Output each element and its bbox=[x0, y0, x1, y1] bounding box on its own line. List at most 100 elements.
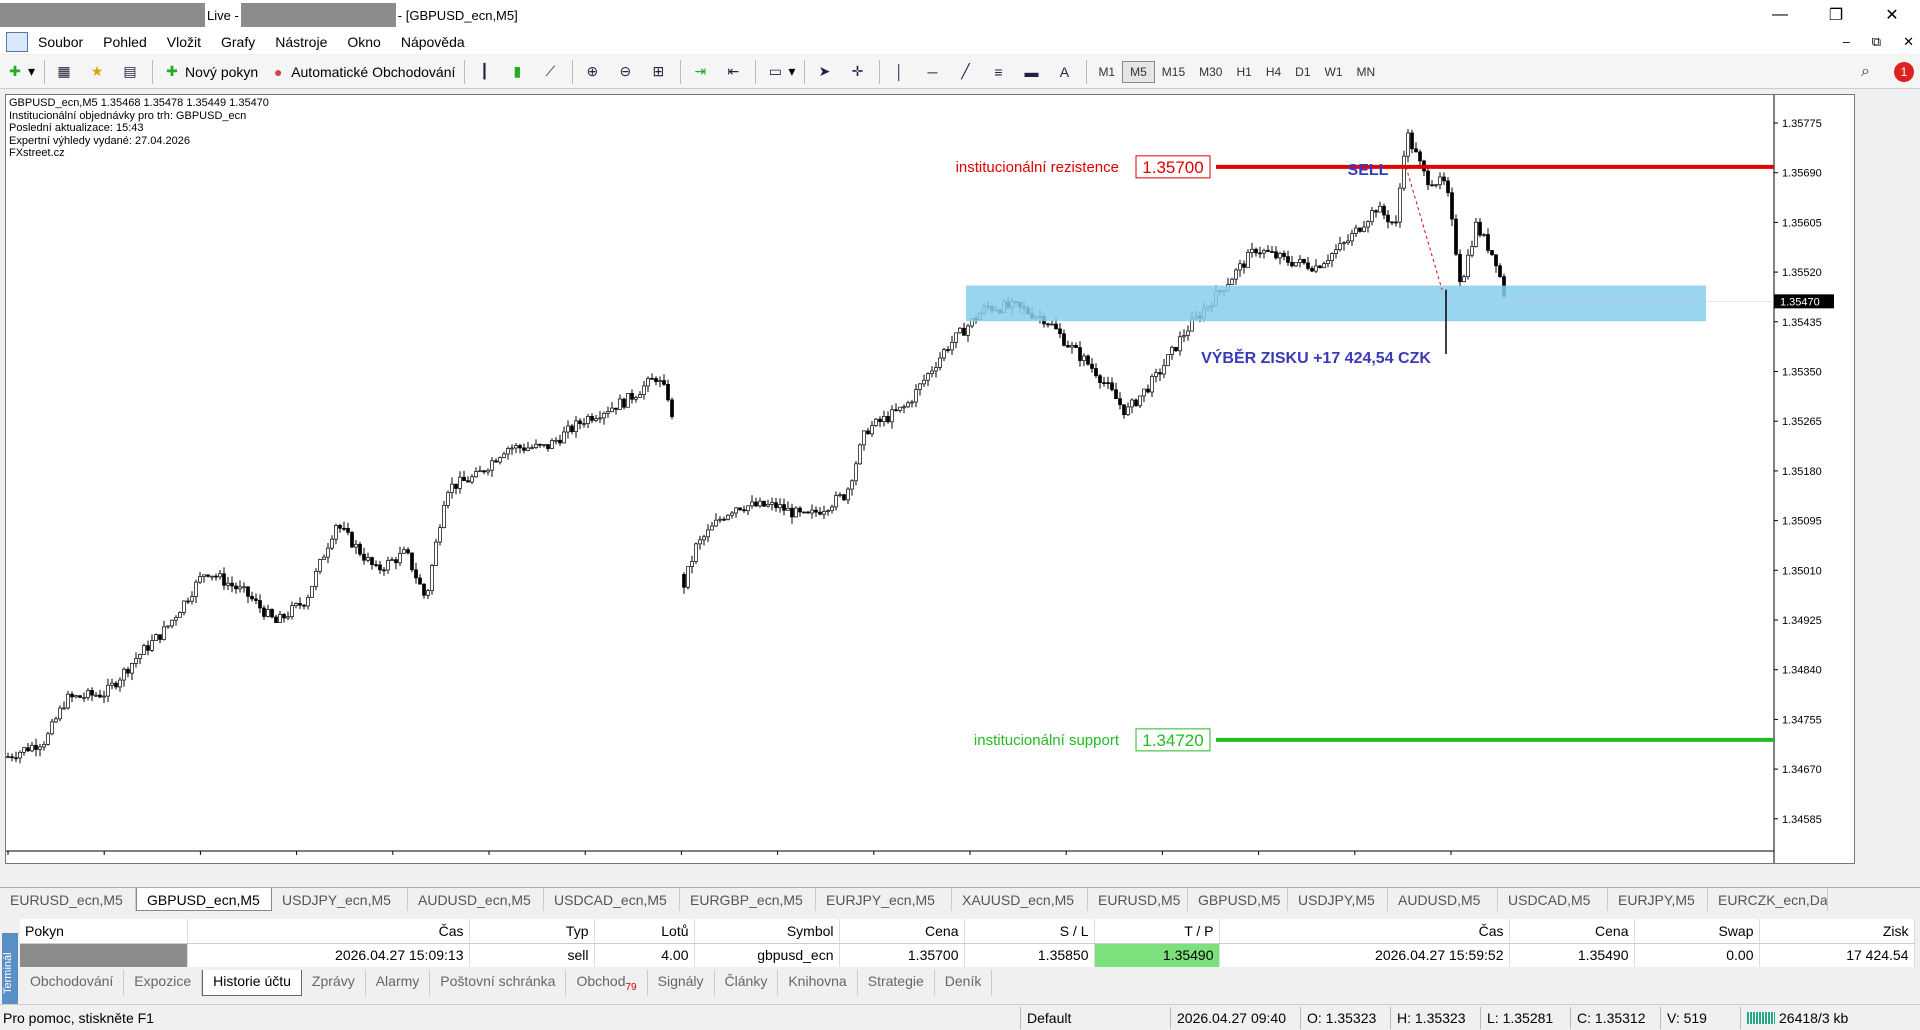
symbol-tab-active[interactable]: GBPUSD_ecn,M5 bbox=[136, 888, 272, 911]
col-swap[interactable]: Swap bbox=[1634, 919, 1760, 944]
navigator-button[interactable]: ▤ bbox=[115, 58, 148, 86]
shape-button[interactable]: ▬ bbox=[1016, 58, 1049, 86]
line-chart-button[interactable]: ⟋ bbox=[535, 58, 568, 86]
menu-file[interactable]: Soubor bbox=[28, 34, 93, 50]
notification-badge[interactable]: 1 bbox=[1894, 61, 1914, 82]
symbol-tab[interactable]: EURCZK_ecn,Daily bbox=[1708, 888, 1828, 911]
tab-library[interactable]: Knihovna bbox=[778, 970, 858, 996]
col-time[interactable]: Čas bbox=[187, 919, 470, 944]
candle-body bbox=[726, 514, 730, 520]
symbol-tab[interactable]: EURJPY,M5 bbox=[1608, 888, 1708, 911]
zoom-out-button[interactable]: ⊖ bbox=[610, 58, 643, 86]
tab-articles[interactable]: Články bbox=[715, 970, 779, 996]
tf-m15[interactable]: M15 bbox=[1155, 62, 1192, 82]
symbol-tab[interactable]: GBPUSD,M5 bbox=[1188, 888, 1288, 911]
col-tp[interactable]: T / P bbox=[1094, 919, 1220, 944]
tab-strategies[interactable]: Strategie bbox=[858, 970, 935, 996]
col-symbol[interactable]: Symbol bbox=[694, 919, 840, 944]
tab-market[interactable]: Obchod79 bbox=[566, 970, 648, 996]
candle-body bbox=[1382, 205, 1386, 216]
symbol-tab[interactable]: EURJPY_ecn,M5 bbox=[816, 888, 952, 911]
text-button[interactable]: A bbox=[1049, 58, 1082, 86]
col-profit[interactable]: Zisk bbox=[1759, 919, 1915, 944]
tf-h1[interactable]: H1 bbox=[1229, 62, 1258, 82]
menu-charts[interactable]: Grafy bbox=[211, 34, 265, 50]
tab-news[interactable]: Zprávy bbox=[302, 970, 366, 996]
candle-body bbox=[650, 377, 654, 380]
tf-h4[interactable]: H4 bbox=[1259, 62, 1288, 82]
symbol-tab[interactable]: AUDUSD_ecn,M5 bbox=[408, 888, 544, 911]
symbol-tab[interactable]: USDCAD,M5 bbox=[1498, 888, 1608, 911]
hline-button[interactable]: ─ bbox=[917, 58, 950, 86]
col-type[interactable]: Typ bbox=[469, 919, 595, 944]
tab-alerts[interactable]: Alarmy bbox=[366, 970, 431, 996]
candle-chart-button[interactable]: ▮ bbox=[502, 58, 535, 86]
tab-signals[interactable]: Signály bbox=[648, 970, 715, 996]
indicators-button[interactable]: ▭ ▾ bbox=[760, 58, 800, 86]
candle-body bbox=[734, 507, 738, 514]
tf-m30[interactable]: M30 bbox=[1192, 62, 1229, 82]
menu-insert[interactable]: Vložit bbox=[157, 34, 211, 50]
symbol-tab[interactable]: XAUUSD_ecn,M5 bbox=[952, 888, 1088, 911]
symbol-tab[interactable]: EURGBP_ecn,M5 bbox=[680, 888, 816, 911]
col-close-price[interactable]: Cena bbox=[1509, 919, 1635, 944]
price-chart[interactable]: 1.35775 1.35690 1.35605 1.35520 1.35435 1.353… bbox=[5, 94, 1855, 864]
child-close-button[interactable]: ✕ bbox=[1903, 34, 1914, 50]
col-lots[interactable]: Lotů bbox=[594, 919, 695, 944]
bar-chart-button[interactable]: ┃ bbox=[469, 58, 502, 86]
col-sl[interactable]: S / L bbox=[964, 919, 1095, 944]
close-button[interactable]: ✕ bbox=[1864, 0, 1920, 30]
profiles-button[interactable]: ▦ bbox=[49, 58, 82, 86]
tf-w1[interactable]: W1 bbox=[1318, 62, 1350, 82]
trendline-button[interactable]: ╱ bbox=[950, 58, 983, 86]
zoom-in-button[interactable]: ⊕ bbox=[577, 58, 610, 86]
sell-label: SELL bbox=[1348, 162, 1389, 179]
candle-body bbox=[274, 616, 278, 623]
chart-shift-button[interactable]: ⇤ bbox=[718, 58, 751, 86]
status-profile[interactable]: Default bbox=[1020, 1006, 1170, 1029]
symbol-tab[interactable]: EURUSD,M5 bbox=[1088, 888, 1188, 911]
symbol-tab[interactable]: USDCAD_ecn,M5 bbox=[544, 888, 680, 911]
menu-help[interactable]: Nápověda bbox=[391, 34, 475, 50]
tab-mailbox[interactable]: Poštovní schránka bbox=[430, 970, 567, 996]
vline-button[interactable]: │ bbox=[884, 58, 917, 86]
symbol-tab[interactable]: USDJPY,M5 bbox=[1288, 888, 1388, 911]
tf-mn[interactable]: MN bbox=[1350, 62, 1383, 82]
col-order[interactable]: Pokyn bbox=[20, 919, 188, 944]
symbol-tab[interactable]: USDJPY_ecn,M5 bbox=[272, 888, 408, 911]
child-minimize-button[interactable]: – bbox=[1843, 34, 1850, 50]
col-close-time[interactable]: Čas bbox=[1219, 919, 1510, 944]
fibo-button[interactable]: ≡ bbox=[983, 58, 1016, 86]
col-price[interactable]: Cena bbox=[839, 919, 965, 944]
tf-d1[interactable]: D1 bbox=[1288, 62, 1317, 82]
favorites-button[interactable]: ★ bbox=[82, 58, 115, 86]
table-row[interactable]: 2026.04.27 15:09:13 sell 4.00 gbpusd_ecn… bbox=[20, 943, 1915, 967]
search-icon[interactable]: ⌕ bbox=[1861, 63, 1870, 81]
candle-body bbox=[378, 564, 382, 571]
child-restore-button[interactable]: ⧉ bbox=[1872, 34, 1881, 50]
menu-tools[interactable]: Nástroje bbox=[265, 34, 337, 50]
candle-body bbox=[470, 476, 474, 483]
tf-m5[interactable]: M5 bbox=[1122, 60, 1155, 83]
cursor-button[interactable]: ➤ bbox=[809, 58, 842, 86]
tab-journal[interactable]: Deník bbox=[935, 970, 993, 996]
tab-account-history[interactable]: Historie účtu bbox=[202, 970, 302, 996]
tile-button[interactable]: ⊞ bbox=[643, 58, 676, 86]
auto-trading-button[interactable]: ● Automatické Obchodování bbox=[263, 58, 460, 86]
tab-exposure[interactable]: Expozice bbox=[124, 970, 203, 996]
symbol-tab[interactable]: EURUSD_ecn,M5 bbox=[0, 888, 136, 911]
app-icon[interactable] bbox=[6, 32, 28, 52]
candle-body bbox=[846, 488, 850, 501]
menu-view[interactable]: Pohled bbox=[93, 34, 157, 50]
new-order-button[interactable]: ✚ Nový pokyn bbox=[157, 58, 263, 86]
new-chart-button[interactable]: ✚ ▾ bbox=[0, 58, 40, 86]
tf-m1[interactable]: M1 bbox=[1091, 62, 1122, 82]
crosshair-button[interactable]: ✛ bbox=[842, 58, 875, 86]
tab-trade[interactable]: Obchodování bbox=[20, 970, 125, 996]
autoscroll-button[interactable]: ⇥ bbox=[685, 58, 718, 86]
maximize-button[interactable]: ❐ bbox=[1808, 0, 1864, 30]
symbol-tab[interactable]: AUDUSD,M5 bbox=[1388, 888, 1498, 911]
candle-body bbox=[710, 525, 714, 531]
minimize-button[interactable]: — bbox=[1752, 0, 1808, 30]
menu-window[interactable]: Okno bbox=[337, 34, 390, 50]
